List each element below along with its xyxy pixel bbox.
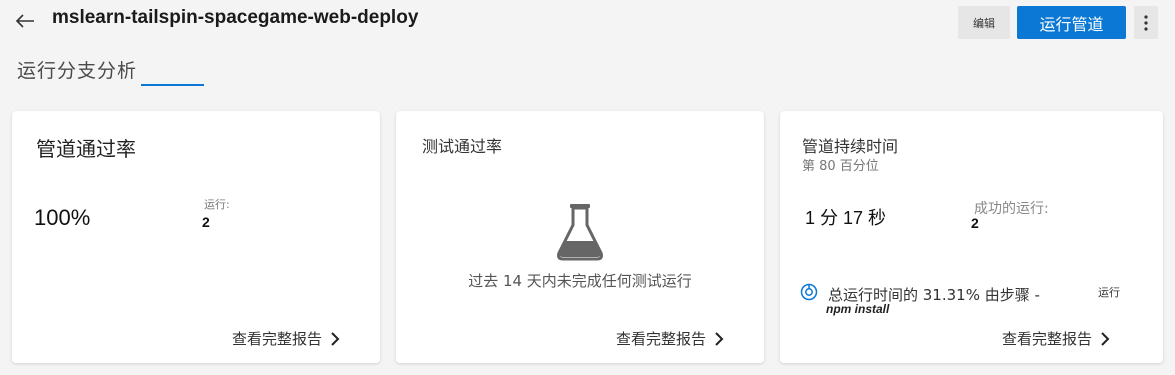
chevron-right-icon bbox=[1101, 331, 1110, 346]
flask-icon bbox=[556, 203, 604, 261]
card-subtitle: 第 80 百分位 bbox=[802, 159, 879, 174]
card-title: 管道持续时间 bbox=[802, 137, 899, 156]
card-title: 管道通过率 bbox=[36, 137, 136, 161]
pass-rate-value: 100% bbox=[34, 205, 91, 230]
pipeline-duration-card: 管道持续时间 第 80 百分位 1 分 17 秒 成功的运行: 2 总运行时间的… bbox=[780, 111, 1163, 363]
card-title: 测试通过率 bbox=[422, 137, 503, 156]
link-label: 查看完整报告 bbox=[1002, 330, 1093, 348]
insight-step-name: npm install bbox=[826, 302, 890, 316]
back-arrow-icon bbox=[15, 14, 34, 28]
duration-value: 1 分 17 秒 bbox=[805, 208, 887, 228]
chevron-right-icon bbox=[331, 331, 340, 346]
view-full-report-link[interactable]: 查看完整报告 bbox=[616, 328, 724, 349]
chevron-right-icon bbox=[715, 331, 724, 346]
link-label: 查看完整报告 bbox=[232, 330, 323, 348]
insight-icon bbox=[800, 283, 818, 301]
runs-label: 运行: bbox=[204, 198, 230, 211]
success-runs-label: 成功的运行: bbox=[974, 201, 1049, 217]
page-header: mslearn-tailspin-spacegame-web-deploy 编辑… bbox=[0, 0, 1175, 44]
success-runs-value: 2 bbox=[971, 215, 979, 231]
runs-value: 2 bbox=[202, 214, 210, 230]
more-actions-button[interactable] bbox=[1134, 6, 1158, 39]
pipeline-pass-rate-card: 管道通过率 100% 运行: 2 查看完整报告 bbox=[12, 111, 380, 363]
tab-underline bbox=[141, 84, 204, 86]
tab-branch-analytics[interactable]: 运行分支分析 bbox=[17, 56, 137, 83]
more-vertical-icon bbox=[1144, 14, 1148, 31]
link-label: 查看完整报告 bbox=[616, 330, 707, 348]
page-title: mslearn-tailspin-spacegame-web-deploy bbox=[52, 7, 419, 28]
back-button[interactable] bbox=[12, 8, 38, 34]
test-pass-rate-card: 测试通过率 过去 14 天内未完成任何测试运行 查看完整报告 bbox=[396, 111, 764, 363]
view-full-report-link[interactable]: 查看完整报告 bbox=[1002, 328, 1110, 349]
edit-button[interactable]: 编辑 bbox=[958, 6, 1010, 39]
view-full-report-link[interactable]: 查看完整报告 bbox=[232, 328, 340, 349]
insight-tag: 运行 bbox=[1098, 286, 1120, 299]
run-pipeline-button[interactable]: 运行管道 bbox=[1017, 6, 1126, 39]
empty-state-message: 过去 14 天内未完成任何测试运行 bbox=[468, 272, 692, 290]
